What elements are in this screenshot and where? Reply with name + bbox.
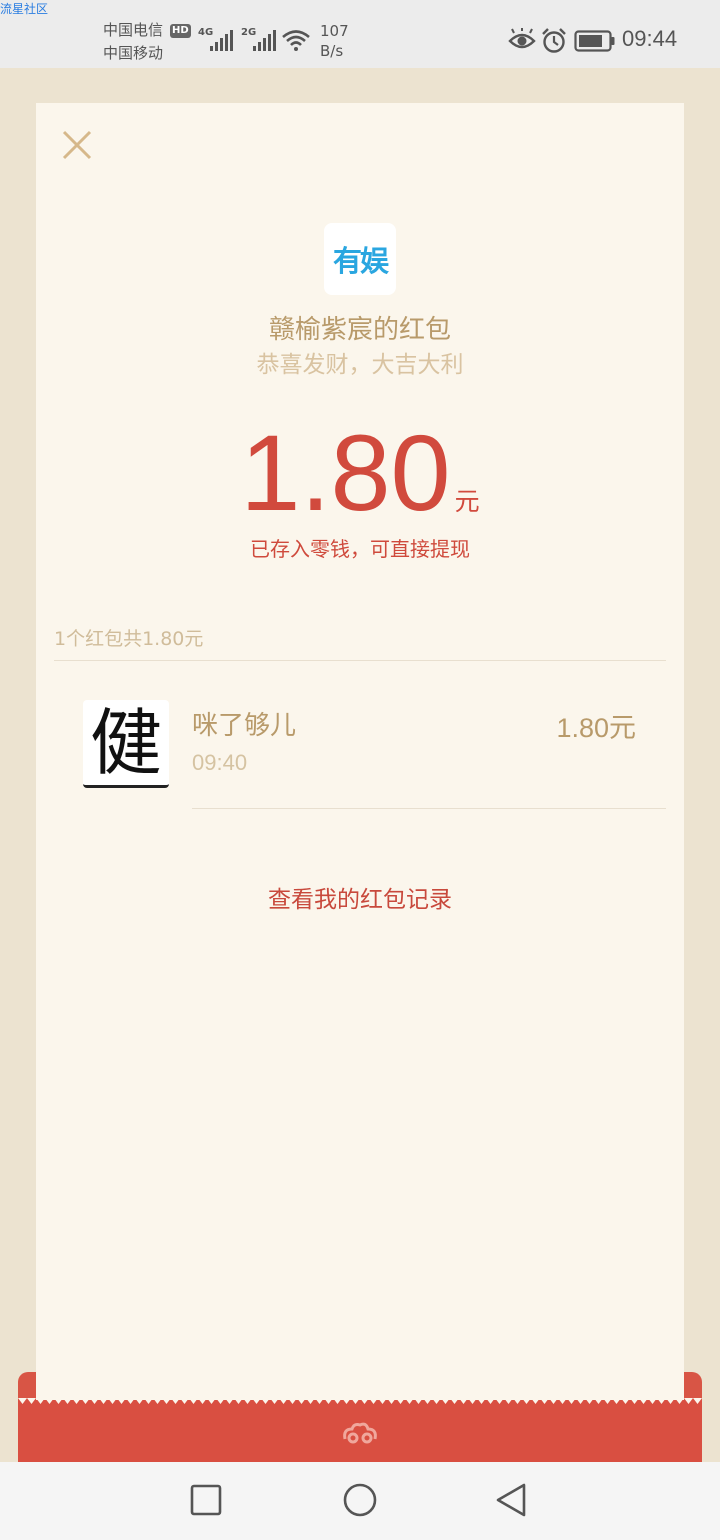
saved-to-wallet-note: 已存入零钱，可直接提现 (250, 537, 470, 561)
receiver-avatar[interactable]: 健 (83, 700, 169, 788)
hd-badge: HD (170, 24, 191, 38)
battery-icon (574, 30, 615, 52)
amount-value: 1.80 (240, 412, 451, 533)
divider (54, 660, 666, 661)
clock: 09:44 (622, 26, 678, 51)
watermark: 流星社区 (0, 2, 49, 16)
home-button[interactable] (341, 1482, 379, 1520)
carrier-info: 中国电信 中国移动 (103, 19, 163, 65)
amount-unit: 元 (454, 487, 480, 516)
amount-display: 1.80 元 (0, 418, 720, 528)
receive-time: 09:40 (192, 750, 248, 775)
signal-icon (253, 30, 276, 51)
view-red-packet-history-link[interactable]: 查看我的红包记录 (0, 880, 720, 914)
speed-unit: B/s (320, 42, 344, 60)
close-icon[interactable] (60, 128, 94, 162)
auspicious-cloud-icon (343, 1422, 377, 1444)
greeting-message: 恭喜发财，大吉大利 (256, 352, 464, 378)
app-logo: 有娱 (324, 223, 396, 295)
carrier-2: 中国移动 (103, 44, 164, 62)
status-bar: 中国电信 中国移动 HD 4G 2G 107 B/s 09:44 (0, 0, 720, 68)
alarm-icon (542, 28, 566, 53)
recent-apps-button[interactable] (188, 1482, 224, 1518)
back-button[interactable] (494, 1482, 530, 1518)
receive-amount: 1.80元 (556, 713, 636, 743)
envelope-zigzag-edge (18, 1398, 702, 1404)
divider (192, 808, 666, 809)
receiver-name: 咪了够儿 (192, 711, 297, 741)
avatar-glyph: 健 (89, 700, 162, 785)
app-logo-text: 有娱 (332, 244, 389, 278)
navigation-bar (0, 1462, 720, 1540)
network-speed: 107 B/s (320, 21, 349, 61)
packet-summary: 1个红包共1.80元 (54, 628, 204, 650)
sender-title: 赣榆紫宸的红包 (268, 315, 451, 345)
carrier-1: 中国电信 (103, 21, 164, 39)
eye-icon (508, 28, 536, 49)
signal-icon (210, 30, 233, 51)
wifi-icon (282, 30, 310, 51)
speed-value: 107 (320, 22, 349, 40)
